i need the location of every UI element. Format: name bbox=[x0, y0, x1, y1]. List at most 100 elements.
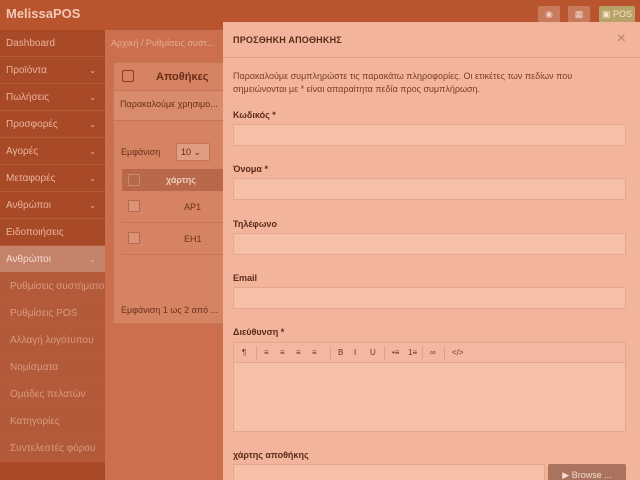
row-code: ΕΗ1 bbox=[184, 234, 202, 244]
sidebar-item[interactable]: Ρυθμίσεις POS bbox=[0, 300, 105, 327]
editor-tool-button[interactable]: ≡ bbox=[312, 348, 317, 357]
code-input[interactable] bbox=[233, 124, 626, 146]
sidebar: Dashboard Προϊόντα ⌄ Πωλήσεις ⌄ Προσφορές ⌄ Αγο… bbox=[0, 30, 105, 480]
editor-tool-button[interactable]: ∞ bbox=[430, 348, 436, 357]
chevron-down-icon: ⌄ bbox=[89, 174, 96, 183]
sidebar-item-label: Αλλαγή λογότυπου bbox=[10, 335, 94, 346]
editor-tool-button[interactable]: U bbox=[370, 348, 376, 357]
table-header: χάρτης bbox=[122, 169, 226, 191]
modal-intro: Παρακαλούμε συμπληρώστε τις παρακάτω πλη… bbox=[233, 71, 573, 94]
row-checkbox[interactable] bbox=[128, 200, 140, 212]
pos-button[interactable]: ▣ POS bbox=[599, 6, 635, 23]
phone-label: Τηλέφωνο bbox=[233, 219, 277, 229]
address-editor[interactable]: ¶ ≡ ≡ ≡ ≡ B I U •≡ 1≡ ∞ </> bbox=[233, 342, 626, 432]
sidebar-item[interactable]: Dashboard bbox=[0, 30, 105, 57]
chevron-down-icon: ⌄ bbox=[89, 147, 96, 156]
toolbar-separator bbox=[330, 346, 331, 360]
sidebar-item-label: Ρυθμίσεις POS bbox=[10, 308, 78, 319]
map-file-input[interactable] bbox=[233, 464, 545, 480]
row-code: ΑΡ1 bbox=[184, 202, 202, 212]
chevron-down-icon: ⌄ bbox=[193, 147, 202, 157]
map-label: χάρτης αποθήκης bbox=[233, 450, 309, 460]
upload-icon: ▶ bbox=[562, 470, 570, 480]
sidebar-item[interactable]: Ανθρώποι ⌄ bbox=[0, 192, 105, 219]
toolbar-separator bbox=[384, 346, 385, 360]
sidebar-item[interactable]: Προϊόντα ⌄ bbox=[0, 57, 105, 84]
sidebar-item-label: Dashboard bbox=[6, 38, 55, 49]
panel-header: Αποθήκες bbox=[114, 63, 224, 91]
row-checkbox[interactable] bbox=[128, 232, 140, 244]
close-icon[interactable]: × bbox=[617, 30, 626, 48]
sidebar-item-label: Ομάδες πελατών bbox=[10, 389, 86, 400]
column-header-map[interactable]: χάρτης bbox=[166, 175, 196, 185]
sidebar-item[interactable]: Ειδοποιήσεις bbox=[0, 219, 105, 246]
sidebar-item-label: Ανθρώποι bbox=[6, 254, 51, 265]
browse-label: Browse ... bbox=[571, 470, 612, 480]
modal-header: ΠΡΟΣΘΗΚΗ ΑΠΟΘΗΚΗΣ × bbox=[223, 22, 640, 58]
table-row[interactable]: ΑΡ1 bbox=[122, 191, 226, 223]
building-icon bbox=[122, 70, 134, 82]
browse-button[interactable]: ▶ Browse ... bbox=[548, 464, 626, 480]
sidebar-item[interactable]: Ανθρώποι ⌄ bbox=[0, 246, 105, 273]
sidebar-item-label: Προϊόντα bbox=[6, 65, 47, 76]
editor-tool-button[interactable]: ≡ bbox=[280, 348, 285, 357]
chevron-down-icon: ⌄ bbox=[89, 255, 96, 264]
page-size-select[interactable]: 10 ⌄ bbox=[176, 143, 210, 161]
panel-note: Παρακαλούμε χρησιμο... bbox=[114, 91, 226, 121]
warehouses-panel: Αποθήκες Παρακαλούμε χρησιμο... Εμφάνιση… bbox=[113, 62, 226, 324]
name-input[interactable] bbox=[233, 178, 626, 200]
dashboard-icon[interactable]: ◉ bbox=[538, 6, 560, 23]
toolbar-separator bbox=[444, 346, 445, 360]
add-warehouse-modal: ΠΡΟΣΘΗΚΗ ΑΠΟΘΗΚΗΣ × Παρακαλούμε συμπληρώ… bbox=[223, 22, 640, 480]
code-label: Κωδικός * bbox=[233, 110, 276, 120]
editor-tool-button[interactable]: •≡ bbox=[392, 348, 399, 357]
sidebar-item[interactable]: Αγορές ⌄ bbox=[0, 138, 105, 165]
sidebar-item[interactable]: Πωλήσεις ⌄ bbox=[0, 84, 105, 111]
sidebar-item-label: Αγορές bbox=[6, 146, 39, 157]
calendar-icon[interactable]: ▦ bbox=[568, 6, 590, 23]
sidebar-item-label: Ειδοποιήσεις bbox=[6, 227, 64, 238]
name-label: Όνομα * bbox=[233, 164, 268, 174]
chevron-down-icon: ⌄ bbox=[89, 201, 96, 210]
sidebar-item-label: Συντελεστές φόρου bbox=[10, 443, 96, 454]
show-entries-label: Εμφάνιση bbox=[121, 147, 161, 157]
sidebar-item[interactable]: Συντελεστές φόρου bbox=[0, 435, 105, 462]
chevron-down-icon: ⌄ bbox=[89, 93, 96, 102]
breadcrumb[interactable]: Αρχική / Ρυθμίσεις συστ... bbox=[111, 38, 214, 48]
sidebar-item[interactable]: Ομάδες πελατών bbox=[0, 381, 105, 408]
editor-tool-button[interactable]: B bbox=[338, 348, 343, 357]
sidebar-item-label: Κατηγορίες bbox=[10, 416, 60, 427]
toolbar-separator bbox=[256, 346, 257, 360]
pos-label: POS bbox=[613, 9, 633, 19]
editor-tool-button[interactable]: ≡ bbox=[296, 348, 301, 357]
select-all-checkbox[interactable] bbox=[128, 174, 140, 186]
brand-logo[interactable]: MelissaPOS bbox=[6, 6, 80, 21]
email-label: Email bbox=[233, 273, 258, 283]
sidebar-item[interactable]: Ρυθμίσεις συστήματος bbox=[0, 273, 105, 300]
paging-info: Εμφάνιση 1 ως 2 από ... bbox=[121, 305, 219, 315]
sidebar-item[interactable]: Κατηγορίες bbox=[0, 408, 105, 435]
editor-tool-button[interactable]: I bbox=[354, 348, 356, 357]
chevron-down-icon: ⌄ bbox=[89, 66, 96, 75]
editor-tool-button[interactable]: ¶ bbox=[242, 348, 246, 357]
editor-tool-button[interactable]: ≡ bbox=[264, 348, 269, 357]
sidebar-item-label: Ρυθμίσεις συστήματος bbox=[10, 281, 105, 292]
table-row[interactable]: ΕΗ1 bbox=[122, 223, 226, 255]
sidebar-item-label: Μεταφορές bbox=[6, 173, 56, 184]
editor-tool-button[interactable]: </> bbox=[452, 348, 464, 357]
editor-toolbar: ¶ ≡ ≡ ≡ ≡ B I U •≡ 1≡ ∞ </> bbox=[234, 343, 625, 363]
sidebar-item[interactable]: Αλλαγή λογότυπου bbox=[0, 327, 105, 354]
editor-tool-button[interactable]: 1≡ bbox=[408, 348, 417, 357]
sidebar-item[interactable]: Νομίσματα bbox=[0, 354, 105, 381]
panel-title: Αποθήκες bbox=[156, 71, 209, 83]
phone-input[interactable] bbox=[233, 233, 626, 255]
sidebar-item-label: Ανθρώποι bbox=[6, 200, 51, 211]
sidebar-item[interactable]: Προσφορές ⌄ bbox=[0, 111, 105, 138]
page-size-value: 10 bbox=[181, 147, 192, 157]
sidebar-item-label: Προσφορές bbox=[6, 119, 58, 130]
sidebar-item-label: Πωλήσεις bbox=[6, 92, 50, 103]
sidebar-item[interactable]: Μεταφορές ⌄ bbox=[0, 165, 105, 192]
email-input[interactable] bbox=[233, 287, 626, 309]
modal-title: ΠΡΟΣΘΗΚΗ ΑΠΟΘΗΚΗΣ bbox=[233, 35, 342, 45]
sidebar-item-label: Νομίσματα bbox=[10, 362, 59, 373]
